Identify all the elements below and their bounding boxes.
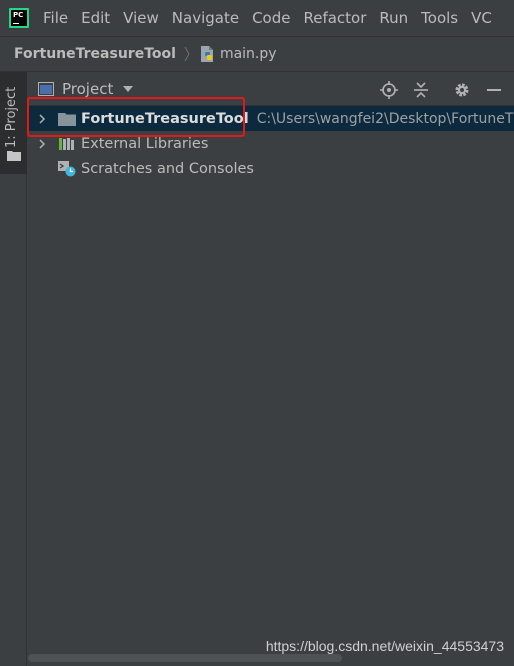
folder-icon bbox=[58, 112, 76, 126]
menu-vcs[interactable]: VC bbox=[471, 9, 492, 27]
menu-file[interactable]: File bbox=[43, 9, 68, 27]
left-tool-strip: 1: Project bbox=[0, 72, 27, 666]
menu-edit[interactable]: Edit bbox=[81, 9, 110, 27]
project-tree: FortuneTreasureTool C:\Users\wangfei2\De… bbox=[28, 106, 514, 181]
breadcrumb-separator-icon bbox=[184, 46, 190, 62]
tree-item-project-root[interactable]: FortuneTreasureTool C:\Users\wangfei2\De… bbox=[28, 106, 514, 131]
project-panel: Project FortuneTreasureTool C:\Users\wan… bbox=[28, 72, 514, 666]
breadcrumb: FortuneTreasureTool main.py bbox=[0, 36, 514, 72]
menu-bar: PC File Edit View Navigate Code Refactor… bbox=[0, 0, 514, 36]
chevron-down-icon[interactable] bbox=[123, 85, 134, 92]
tree-item-label: FortuneTreasureTool bbox=[81, 110, 249, 127]
collapse-all-icon[interactable] bbox=[412, 81, 430, 99]
menu-tools[interactable]: Tools bbox=[421, 9, 458, 27]
python-file-icon bbox=[200, 46, 213, 62]
breadcrumb-project[interactable]: FortuneTreasureTool bbox=[14, 46, 176, 62]
menu-run[interactable]: Run bbox=[379, 9, 408, 27]
menu-code[interactable]: Code bbox=[252, 9, 290, 27]
menu-navigate[interactable]: Navigate bbox=[172, 9, 239, 27]
chevron-right-icon[interactable] bbox=[36, 138, 48, 150]
libraries-icon bbox=[59, 137, 74, 150]
scratches-icon bbox=[58, 160, 76, 176]
tree-item-label: External Libraries bbox=[81, 135, 209, 152]
project-tool-tab[interactable]: 1: Project bbox=[0, 72, 27, 174]
pycharm-logo-icon[interactable]: PC bbox=[9, 8, 29, 28]
tree-item-external-libraries[interactable]: External Libraries bbox=[28, 131, 514, 156]
horizontal-scrollbar[interactable] bbox=[28, 654, 342, 662]
gear-icon[interactable] bbox=[453, 81, 471, 99]
watermark: https://blog.csdn.net/weixin_44553473 bbox=[265, 638, 504, 654]
minimize-icon[interactable] bbox=[485, 81, 503, 99]
project-tool-tab-label: 1: Project bbox=[4, 86, 19, 148]
folder-icon bbox=[7, 151, 21, 161]
project-panel-header: Project bbox=[28, 72, 514, 106]
chevron-right-icon[interactable] bbox=[36, 113, 48, 125]
tree-item-path: C:\Users\wangfei2\Desktop\FortuneT bbox=[256, 110, 514, 127]
breadcrumb-file[interactable]: main.py bbox=[220, 46, 277, 62]
tree-item-scratches[interactable]: Scratches and Consoles bbox=[28, 156, 514, 181]
menu-refactor[interactable]: Refactor bbox=[303, 9, 366, 27]
menu-view[interactable]: View bbox=[123, 9, 159, 27]
tree-item-label: Scratches and Consoles bbox=[81, 160, 254, 177]
project-panel-title[interactable]: Project bbox=[62, 80, 113, 98]
locate-icon[interactable] bbox=[380, 81, 398, 99]
project-view-icon bbox=[38, 81, 54, 96]
